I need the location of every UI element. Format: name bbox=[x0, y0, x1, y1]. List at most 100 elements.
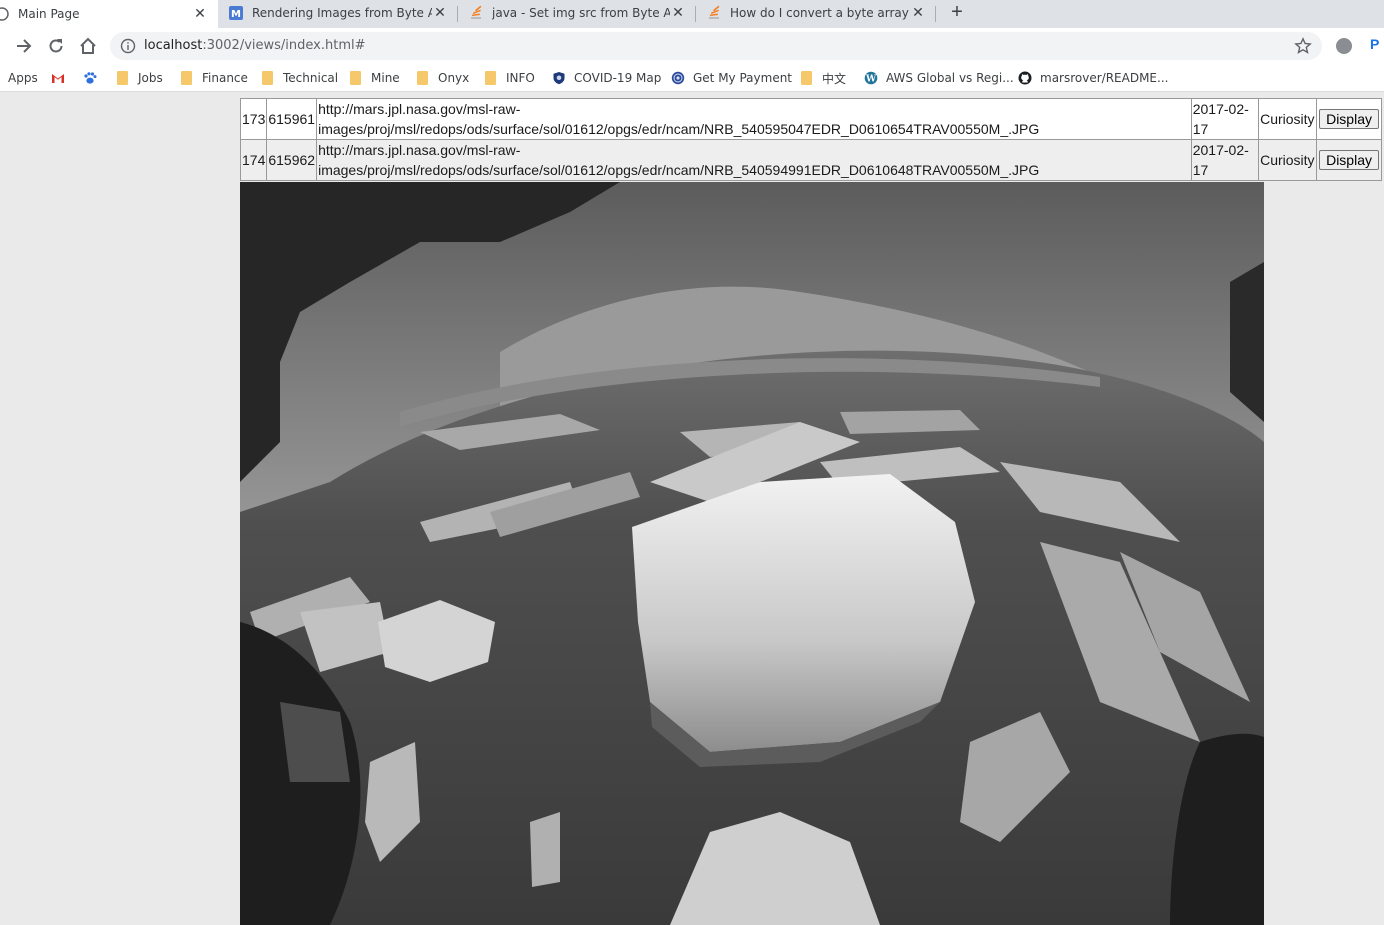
bookmark-info[interactable]: INFO bbox=[485, 70, 535, 86]
photo-render bbox=[240, 182, 1264, 925]
bookmark-covid-map[interactable]: COVID-19 Map bbox=[552, 70, 661, 86]
cell-index: 174 bbox=[239, 139, 268, 181]
bookmark-label: AWS Global vs Regi... bbox=[886, 71, 1014, 85]
info-icon[interactable] bbox=[120, 38, 136, 54]
tab-main-page[interactable]: Main Page ✕ bbox=[0, 0, 218, 28]
address-bar[interactable]: localhost:3002/views/index.html# bbox=[110, 32, 1322, 60]
folder-icon bbox=[417, 71, 428, 85]
browser-toolbar: localhost:3002/views/index.html# P bbox=[0, 28, 1384, 64]
extension-p-icon[interactable]: P bbox=[1370, 36, 1379, 52]
tab-title: Rendering Images from Byte Arra bbox=[252, 6, 432, 20]
cell-photo-id: 615961 bbox=[266, 98, 318, 140]
close-icon[interactable]: ✕ bbox=[432, 5, 448, 21]
tab-convert-byte-array[interactable]: How do I convert a byte array to ✕ bbox=[696, 0, 936, 26]
bookmark-onyx[interactable]: Onyx bbox=[417, 70, 469, 86]
cell-earth-date: 2017-02- 17 bbox=[1190, 98, 1260, 140]
table-row: 173 615961 http://mars.jpl.nasa.gov/msl-… bbox=[239, 98, 1382, 140]
mars-rover-photo bbox=[240, 182, 1264, 925]
cell-rover: Curiosity bbox=[1258, 139, 1318, 181]
cell-photo-id: 615962 bbox=[266, 139, 318, 181]
date-line: 17 bbox=[1192, 162, 1209, 178]
photos-table: 173 615961 http://mars.jpl.nasa.gov/msl-… bbox=[239, 98, 1382, 181]
reload-button[interactable] bbox=[44, 34, 68, 58]
bookmark-baidu[interactable] bbox=[83, 70, 105, 86]
display-button[interactable]: Display bbox=[1319, 109, 1379, 129]
github-icon bbox=[1018, 71, 1032, 85]
bookmark-label: Mine bbox=[371, 71, 400, 85]
url-line: http://mars.jpl.nasa.gov/msl-raw- bbox=[318, 101, 521, 117]
date-line: 2017-02- bbox=[1192, 142, 1249, 158]
url-line: images/proj/msl/redops/ods/surface/sol/0… bbox=[318, 121, 1040, 137]
extension-icon[interactable] bbox=[1336, 38, 1352, 54]
new-tab-button[interactable]: + bbox=[947, 2, 967, 23]
cell-image-url: http://mars.jpl.nasa.gov/msl-raw-images/… bbox=[316, 139, 1192, 181]
google-docs-icon: M bbox=[229, 6, 243, 20]
folder-icon bbox=[485, 71, 496, 85]
close-icon[interactable]: ✕ bbox=[910, 5, 926, 21]
url-line: http://mars.jpl.nasa.gov/msl-raw- bbox=[318, 142, 521, 158]
url-host: localhost bbox=[144, 38, 203, 53]
url-line: images/proj/msl/redops/ods/surface/sol/0… bbox=[318, 162, 1040, 178]
baidu-paw-icon bbox=[84, 72, 97, 84]
cell-earth-date: 2017-02- 17 bbox=[1190, 139, 1260, 181]
tab-rendering-images[interactable]: M Rendering Images from Byte Arra ✕ bbox=[218, 0, 458, 26]
bookmark-label: Jobs bbox=[138, 71, 163, 85]
tab-title: Main Page bbox=[18, 7, 80, 21]
cell-rover: Curiosity bbox=[1258, 98, 1318, 140]
cell-action: Display bbox=[1316, 98, 1382, 140]
cell-action: Display bbox=[1316, 139, 1382, 181]
cell-image-url: http://mars.jpl.nasa.gov/msl-raw-images/… bbox=[316, 98, 1192, 140]
url-text[interactable]: localhost:3002/views/index.html# bbox=[144, 38, 366, 53]
folder-icon bbox=[181, 71, 192, 85]
bookmark-apps[interactable]: Apps bbox=[8, 70, 38, 86]
close-icon[interactable]: ✕ bbox=[670, 5, 686, 21]
bookmark-label: Get My Payment bbox=[693, 71, 793, 85]
forward-button[interactable] bbox=[12, 34, 36, 58]
page-content: 173 615961 http://mars.jpl.nasa.gov/msl-… bbox=[0, 92, 1384, 925]
folder-icon bbox=[801, 71, 812, 85]
folder-icon bbox=[117, 71, 128, 85]
bookmark-aws-global[interactable]: W AWS Global vs Regi... bbox=[864, 70, 1014, 86]
close-icon[interactable]: ✕ bbox=[192, 6, 208, 22]
bookmark-mine[interactable]: Mine bbox=[350, 70, 400, 86]
bookmark-jobs[interactable]: Jobs bbox=[117, 70, 163, 86]
tab-title: java - Set img src from Byte Array bbox=[492, 6, 670, 20]
svg-text:M: M bbox=[231, 9, 241, 20]
bookmark-marsrover-readme[interactable]: marsrover/README... bbox=[1018, 70, 1168, 86]
seal-icon bbox=[671, 71, 685, 85]
bookmark-label: marsrover/README... bbox=[1040, 71, 1169, 85]
bookmark-chinese[interactable]: 中文 bbox=[801, 70, 846, 86]
bookmark-get-my-payment[interactable]: Get My Payment bbox=[671, 70, 792, 86]
bookmark-gmail[interactable] bbox=[51, 70, 73, 86]
table-row: 174 615962 http://mars.jpl.nasa.gov/msl-… bbox=[239, 139, 1382, 181]
reload-icon bbox=[49, 39, 63, 53]
bookmark-finance[interactable]: Finance bbox=[181, 70, 248, 86]
tab-title: How do I convert a byte array to bbox=[730, 6, 910, 20]
home-icon bbox=[80, 37, 96, 54]
display-button[interactable]: Display bbox=[1319, 150, 1379, 170]
bookmark-label: 中文 bbox=[822, 71, 847, 86]
svg-text:W: W bbox=[865, 74, 877, 84]
tab-separator bbox=[935, 6, 936, 22]
bookmark-label: Finance bbox=[202, 71, 248, 85]
cell-index: 173 bbox=[239, 98, 268, 140]
wordpress-icon: W bbox=[864, 71, 878, 84]
bookmark-label: Apps bbox=[8, 71, 38, 85]
star-icon[interactable] bbox=[1294, 37, 1312, 55]
bookmark-label: INFO bbox=[506, 71, 535, 85]
bookmark-label: Onyx bbox=[438, 71, 470, 85]
tab-strip: Main Page ✕ M Rendering Images from Byte… bbox=[0, 0, 1384, 28]
arrow-right-icon bbox=[17, 39, 32, 53]
stackoverflow-icon bbox=[709, 5, 720, 19]
bookmark-label: COVID-19 Map bbox=[574, 71, 662, 85]
url-path: :3002/views/index.html# bbox=[202, 38, 366, 53]
bookmark-label: Technical bbox=[283, 71, 339, 85]
date-line: 2017-02- bbox=[1192, 101, 1249, 117]
stackoverflow-icon bbox=[471, 5, 482, 19]
tab-java-set-img[interactable]: java - Set img src from Byte Array ✕ bbox=[458, 0, 696, 26]
page-icon bbox=[0, 7, 9, 21]
home-button[interactable] bbox=[76, 34, 100, 58]
folder-icon bbox=[350, 71, 361, 85]
date-line: 17 bbox=[1192, 121, 1209, 137]
bookmark-technical[interactable]: Technical bbox=[262, 70, 338, 86]
